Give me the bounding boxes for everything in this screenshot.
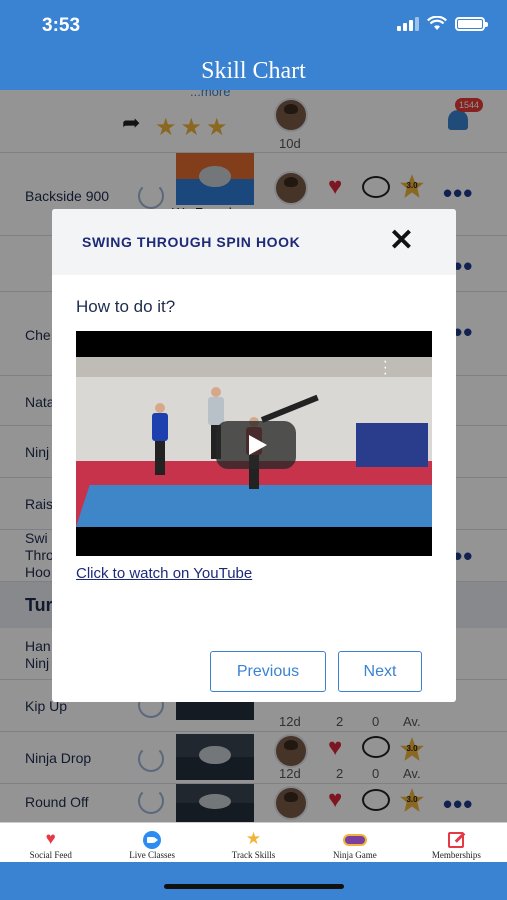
edit-icon [406,828,507,850]
status-icons [397,16,488,31]
home-indicator[interactable] [164,884,344,889]
ninja-game-icon [304,828,405,850]
video-player[interactable]: · · · [76,331,432,556]
tab-label: Ninja Game [333,850,377,860]
modal-title: SWING THROUGH SPIN HOOK [82,234,301,250]
heart-icon: ♥ [45,829,56,848]
page-title: Skill Chart [0,52,507,90]
tab-label: Track Skills [231,850,276,860]
video-more-icon[interactable]: · · · [383,354,388,382]
youtube-link[interactable]: Click to watch on YouTube [76,565,252,582]
tab-label: Memberships [431,850,481,860]
play-icon[interactable] [216,421,296,469]
tab-memberships[interactable]: Memberships [406,823,507,862]
video-icon [101,828,202,850]
tab-social-feed[interactable]: ♥ Social Feed [0,823,101,862]
star-icon: ★ [245,829,262,848]
signal-icon [397,16,419,31]
tab-track-skills[interactable]: ★ Track Skills [203,823,304,862]
modal-question: How to do it? [76,297,176,316]
tab-label: Social Feed [29,850,72,860]
tab-label: Live Classes [129,850,175,860]
status-bar: 3:53 [0,0,507,52]
wifi-icon [427,16,447,30]
status-time: 3:53 [42,15,81,36]
next-button[interactable]: Next [338,651,422,692]
tab-ninja-game[interactable]: Ninja Game [304,823,405,862]
tab-bar: ♥ Social Feed Live Classes ★ Track Skill… [0,822,507,862]
previous-button[interactable]: Previous [210,651,326,692]
skill-modal: SWING THROUGH SPIN HOOK ✕ How to do it? … [52,209,456,702]
home-indicator-bar [0,862,507,900]
modal-header: SWING THROUGH SPIN HOOK ✕ [52,209,456,275]
tab-live-classes[interactable]: Live Classes [101,823,202,862]
close-icon[interactable]: ✕ [389,226,414,256]
battery-icon [455,16,488,31]
